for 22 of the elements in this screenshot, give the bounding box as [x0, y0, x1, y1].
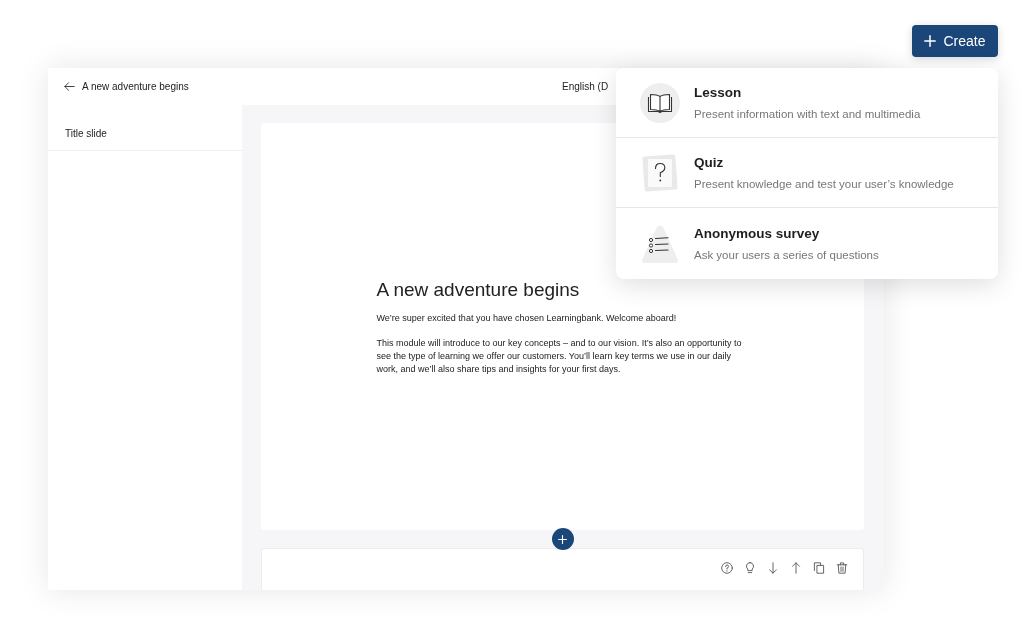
lightbulb-icon[interactable] [744, 562, 756, 574]
copy-icon[interactable] [813, 562, 825, 574]
document-title: A new adventure begins [82, 81, 189, 92]
slide-paragraph: We’re super excited that you have chosen Learningbank. Welcome aboard! [376, 311, 678, 325]
book-icon [640, 82, 680, 123]
plus-icon [558, 534, 567, 544]
slide-heading: A new adventure begins [376, 277, 581, 302]
arrow-up-icon[interactable] [790, 562, 802, 574]
checklist-icon [640, 223, 680, 264]
add-block-button[interactable] [551, 528, 574, 550]
back-arrow-icon[interactable] [64, 81, 75, 92]
question-card-icon [640, 152, 680, 193]
create-menu-item[interactable]: Lesson Present information with text and multimedia [616, 68, 998, 138]
help-icon[interactable] [721, 562, 733, 574]
slide-paragraph: This module will introduce to our key concepts – and to our vision. It’s also an opportunity to see the type of learning we offer our customers. You’ll learn key terms we use in our daily work, and we’ll also share tips and insights for your first days. [376, 336, 743, 376]
create-menu-item[interactable]: Anonymous survey Ask your users a series of questions [616, 208, 998, 279]
arrow-down-icon[interactable] [767, 562, 779, 574]
create-menu-item[interactable]: Quiz Present knowledge and test your user’s knowledge [616, 138, 998, 208]
trash-icon[interactable] [836, 562, 848, 574]
create-button[interactable]: Create [912, 25, 998, 57]
language-selector[interactable]: English (D [562, 81, 609, 92]
plus-icon [924, 35, 937, 47]
